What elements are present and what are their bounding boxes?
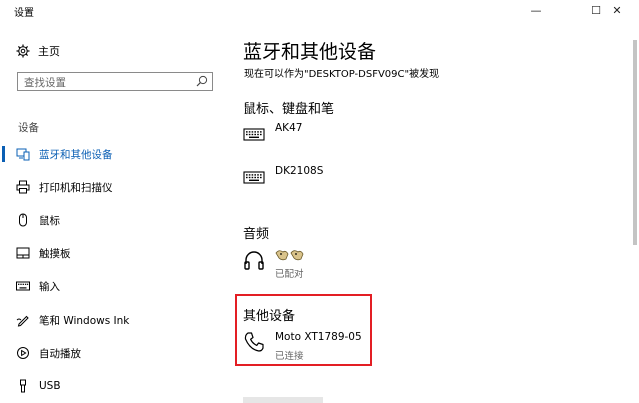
sidebar-item-touchpad[interactable]: 触摸板 [0,242,228,264]
sidebar-item-label: 输入 [39,280,60,293]
mouse-icon [19,213,27,227]
sidebar-item-bluetooth[interactable]: 蓝牙和其他设备 [0,143,228,165]
close-button[interactable]: ✕ [598,0,636,22]
window-title: 设置 [14,8,34,19]
printer-icon [16,180,30,194]
gear-icon [16,44,30,58]
sidebar-item-usb[interactable]: USB [0,375,228,397]
sidebar-item-label: 触摸板 [39,247,71,260]
sidebar-item-label: 打印机和扫描仪 [39,181,113,194]
keyboard-icon [243,171,265,184]
home-label: 主页 [38,45,60,58]
sidebar-item-autoplay[interactable]: 自动播放 [0,342,228,364]
sidebar-item-label: 笔和 Windows Ink [39,314,130,327]
sidebar-item-label: 自动播放 [39,347,81,360]
discoverable-status: 现在可以作为"DESKTOP-DSFV09C"被发现 [244,69,440,80]
search-input[interactable]: 查找设置 [17,72,213,91]
sidebar-item-typing[interactable]: 输入 [0,275,228,297]
keyboard-icon [16,281,30,291]
sidebar-item-label: 鼠标 [39,214,60,227]
sidebar: 主页 查找设置 设备 蓝牙和其他设备 打印机和扫描仪 鼠标 触摸板 输入 笔和 … [0,24,228,403]
autoplay-icon [17,347,29,359]
sidebar-item-printers[interactable]: 打印机和扫描仪 [0,176,228,198]
device-status: 已配对 [275,269,304,280]
device-name-redacted-icon [275,250,304,261]
sidebar-item-label: USB [39,380,61,392]
minimize-button[interactable]: — [517,0,555,22]
scrollbar[interactable] [633,40,637,400]
scrollbar-thumb[interactable] [633,40,637,245]
audio-heading: 音频 [243,227,270,242]
search-placeholder: 查找设置 [24,77,66,89]
home-link[interactable]: 主页 [16,42,60,60]
sidebar-item-mouse[interactable]: 鼠标 [0,209,228,231]
highlight-box [235,294,372,366]
headphones-icon [244,251,264,270]
device-name: AK47 [275,122,303,134]
bluetooth-devices-icon [16,148,30,161]
input-devices-heading: 鼠标、键盘和笔 [243,102,335,117]
page-title: 蓝牙和其他设备 [243,41,377,63]
next-section-hint [243,397,323,403]
sidebar-item-pen[interactable]: 笔和 Windows Ink [0,309,228,331]
keyboard-icon [243,128,265,141]
section-label: 设备 [18,122,39,134]
sidebar-item-label: 蓝牙和其他设备 [39,148,113,161]
active-indicator [2,146,5,162]
search-icon[interactable] [196,75,208,87]
pen-icon [16,315,29,327]
title-bar: 设置 — ☐ ✕ [0,0,639,24]
usb-icon [20,379,26,393]
touchpad-icon [16,247,30,259]
device-name: DK2108S [275,165,324,177]
